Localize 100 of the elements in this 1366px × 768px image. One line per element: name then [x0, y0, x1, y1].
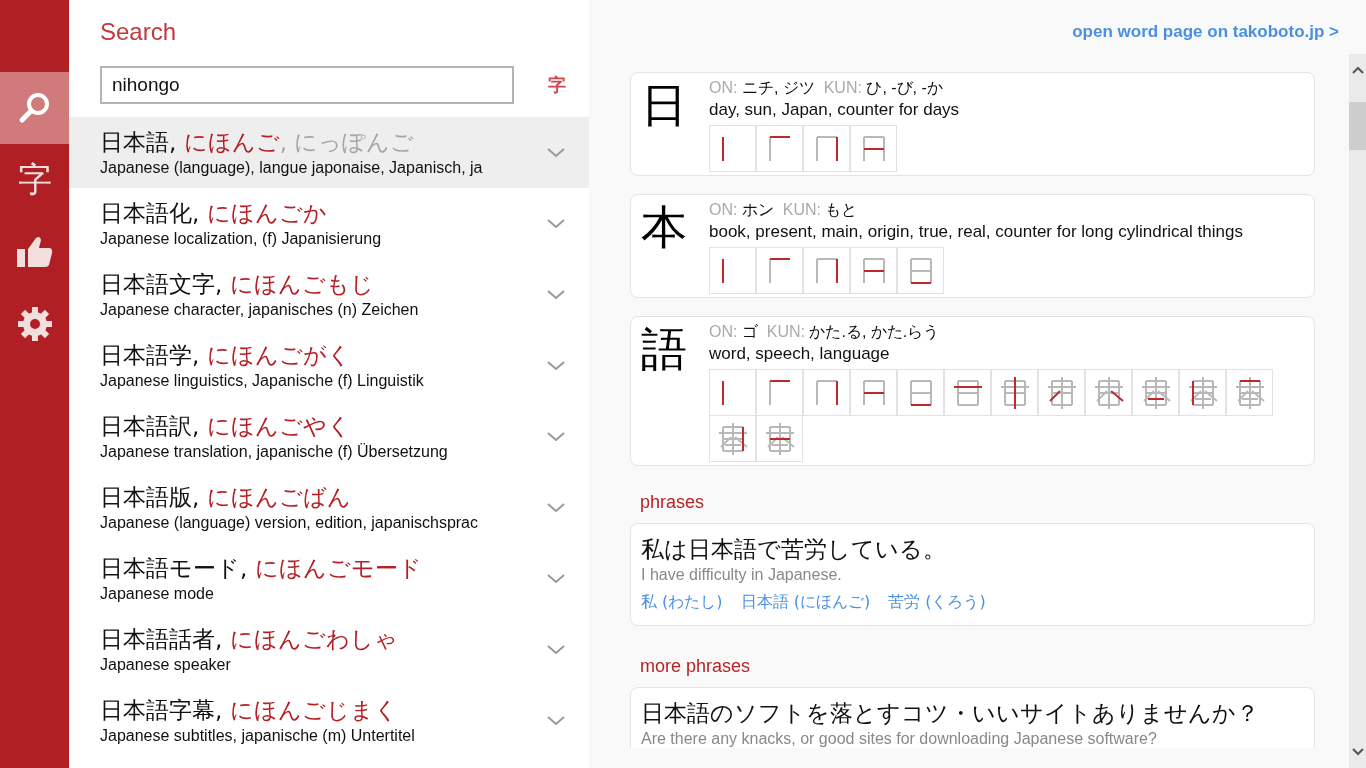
kun-reading: もと [825, 201, 858, 218]
reading-text: にほんごか [206, 199, 327, 226]
on-reading: ニチ, ジツ [741, 79, 815, 96]
stroke-order-icon [1226, 369, 1273, 416]
search-title: Search [100, 18, 178, 47]
stroke-order-icon [803, 125, 850, 172]
kanji-nav-button[interactable]: 字 [0, 144, 69, 216]
chevron-down-icon[interactable] [547, 431, 565, 442]
chevron-down-icon[interactable] [547, 360, 565, 371]
kanji-character: 本 [641, 199, 688, 256]
stroke-order-icon [756, 415, 803, 462]
meaning-text: Japanese mode [100, 583, 215, 604]
chevron-down-icon[interactable] [547, 573, 565, 584]
phrases-heading: phrases [640, 492, 706, 513]
kun-label: KUN: [823, 79, 862, 96]
search-field[interactable]: nihongo [100, 66, 514, 104]
stroke-order-icon [1179, 369, 1226, 416]
word-text: 日本語文字, [100, 270, 223, 297]
reading-text: にほんご [183, 128, 280, 155]
word-text: 日本語話者, [100, 625, 223, 652]
chevron-down-icon[interactable] [547, 289, 565, 300]
on-label: ON: [709, 79, 738, 96]
reading-text: にほんごもじ [229, 270, 374, 297]
word-text: 日本語字幕, [100, 696, 223, 723]
reading-text: にほんごばん [206, 483, 351, 510]
kanji-meaning: day, sun, Japan, counter for days [709, 99, 961, 121]
stroke-order-icon [1038, 369, 1085, 416]
stroke-order-icon [756, 369, 803, 416]
stroke-order-icon [944, 369, 991, 416]
reading-text: にほんごやく [206, 412, 351, 439]
result-item[interactable]: 日本語字幕, にほんごじまく Japanese subtitles, japanische (m) Untertitel [69, 685, 589, 756]
word-text: 日本語, [100, 128, 177, 155]
settings-icon [16, 306, 53, 342]
phrase-japanese: 私は日本語で苦労している。 [641, 535, 947, 564]
chevron-down-icon[interactable] [547, 218, 565, 229]
chevron-down-icon[interactable] [547, 502, 565, 513]
stroke-order-icon [991, 369, 1038, 416]
stroke-order-icon [803, 247, 850, 294]
reading-text: にほんごモード [254, 554, 422, 581]
result-item[interactable]: 日本語モード, にほんごモード Japanese mode [69, 543, 589, 614]
meaning-text: Japanese translation, japanische (f) Übersetzung [100, 441, 449, 462]
kanji-character: 語 [641, 321, 688, 378]
phrase-translation: Are there any knacks, or good sites for downloading Japanese software? [641, 730, 1158, 748]
search-icon [17, 91, 52, 125]
on-reading: ホン [741, 201, 774, 218]
result-item[interactable]: 日本語学, にほんごがく Japanese linguistics, Japanische (f) Linguistik [69, 330, 589, 401]
scrollbar-thumb[interactable] [1349, 102, 1366, 150]
thumbs-up-icon [16, 235, 53, 269]
stroke-order-icon [850, 125, 897, 172]
stroke-order-icon [709, 125, 756, 172]
kanji-meaning: word, speech, language [709, 343, 891, 365]
on-label: ON: [709, 323, 738, 340]
stroke-order-icon [709, 369, 756, 416]
meaning-text: Japanese character, japanisches (n) Zeichen [100, 299, 420, 320]
meaning-text: Japanese linguistics, Japanische (f) Linguistik [100, 370, 425, 391]
kanji-character: 日 [641, 77, 688, 134]
word-text: 日本語モード, [100, 554, 248, 581]
stroke-order-icon [850, 247, 897, 294]
stroke-order-icon [897, 369, 944, 416]
stroke-order-icon [897, 247, 944, 294]
stroke-order-icon [1132, 369, 1179, 416]
scrollbar[interactable] [1349, 54, 1366, 768]
stroke-order-icon [850, 369, 897, 416]
reading-text: にほんごがく [206, 341, 351, 368]
reading-text: にほんごじまく [229, 696, 398, 723]
kun-label: KUN: [782, 201, 822, 218]
result-item[interactable]: 日本語版, にほんごばん Japanese (language) version, edition, japanischsprac [69, 472, 589, 543]
meaning-text: Japanese localization, (f) Japanisierung [100, 228, 383, 249]
search-nav-button[interactable] [0, 72, 69, 144]
scroll-up-icon[interactable] [1351, 66, 1364, 74]
meaning-text: Japanese speaker [100, 654, 232, 675]
kun-reading: ひ, -び, -か [866, 79, 943, 96]
on-label: ON: [709, 201, 738, 218]
stroke-order-icon [756, 125, 803, 172]
meaning-text: Japanese subtitles, japanische (m) Untertitel [100, 725, 416, 746]
result-item[interactable]: 日本語訳, にほんごやく Japanese translation, japanische (f) Übersetzung [69, 401, 589, 472]
alt-reading-text: , にっぽんご [279, 128, 415, 155]
word-text: 日本語版, [100, 483, 200, 510]
result-item[interactable]: 日本語, にほんご, にっぽんご Japanese (language), langue japonaise, Japanisch, ja [69, 117, 589, 188]
chevron-down-icon[interactable] [547, 715, 565, 726]
phrase-japanese: 日本語のソフトを落とすコツ・いいサイトありませんか？ [641, 699, 1260, 728]
chevron-down-icon[interactable] [547, 644, 565, 655]
meaning-text: Japanese (language) version, edition, japanischsprac [100, 512, 479, 533]
kun-reading: かた.る, かた.らう [809, 323, 940, 340]
reading-text: にほんごわしゃ [229, 625, 398, 652]
on-reading: ゴ [741, 323, 758, 340]
chevron-down-icon[interactable] [547, 147, 565, 158]
result-item[interactable]: 日本語話者, にほんごわしゃ Japanese speaker [69, 614, 589, 685]
kanji-search-button[interactable]: 字 [548, 73, 566, 97]
result-item[interactable]: 日本語化, にほんごか Japanese localization, (f) Japanisierung [69, 188, 589, 259]
result-item[interactable]: 日本語文字, にほんごもじ Japanese character, japanisches (n) Zeichen [69, 259, 589, 330]
word-text: 日本語化, [100, 199, 200, 226]
stroke-order-icon [709, 415, 756, 462]
word-text: 日本語訳, [100, 412, 200, 439]
more-phrases-heading: more phrases [640, 656, 752, 677]
scroll-down-icon[interactable] [1351, 748, 1364, 756]
stroke-order-icon [756, 247, 803, 294]
phrase-translation: I have difficulty in Japanese. [641, 566, 843, 584]
kun-label: KUN: [766, 323, 806, 340]
stroke-order-icon [709, 247, 756, 294]
